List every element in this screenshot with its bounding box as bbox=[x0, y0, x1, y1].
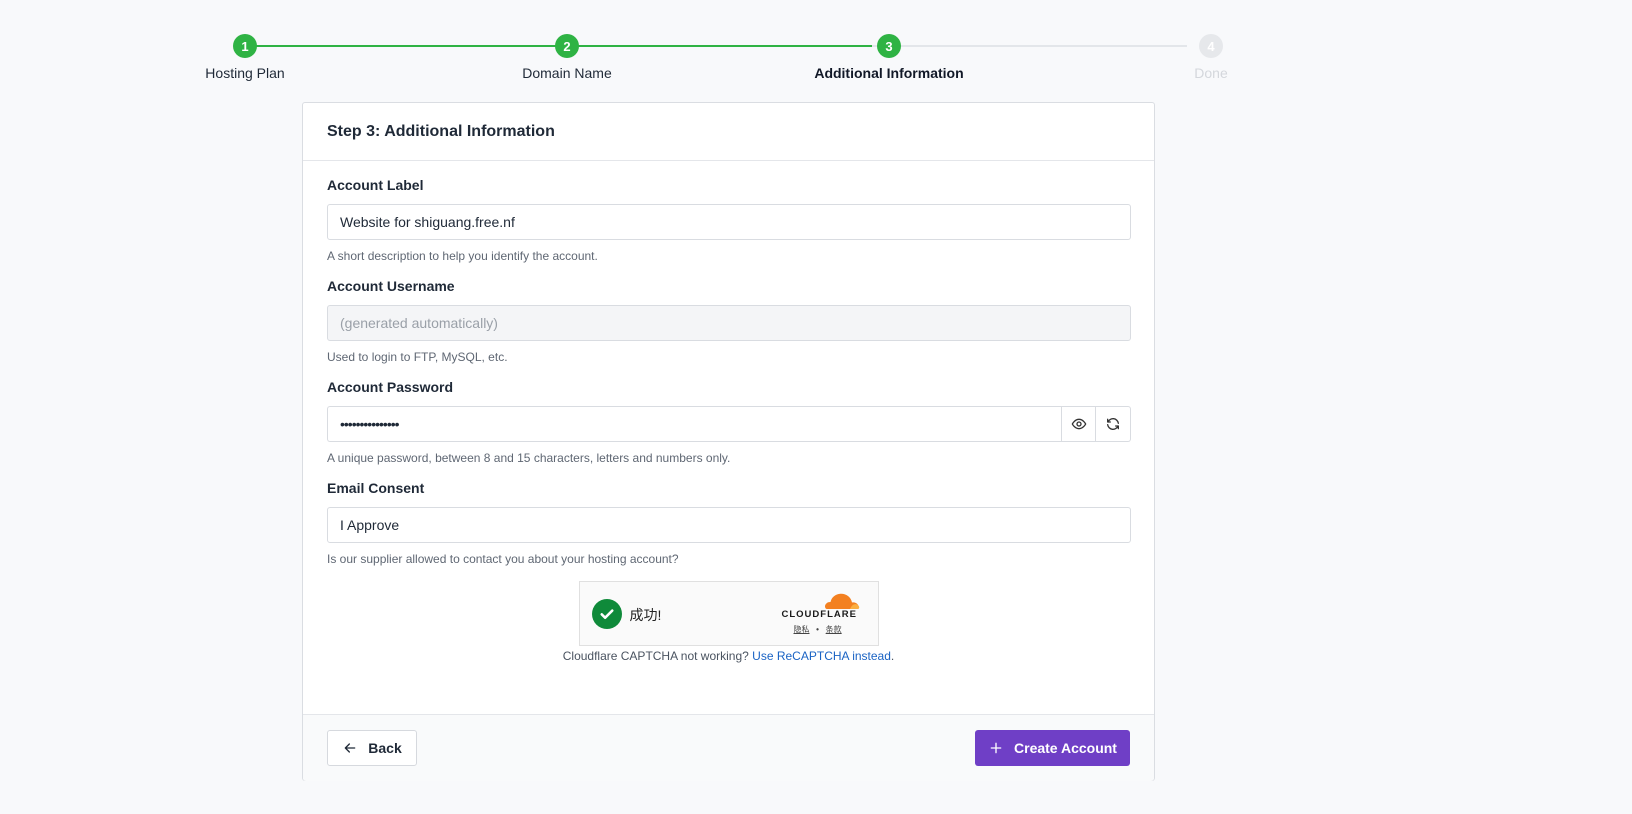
create-account-button[interactable]: Create Account bbox=[975, 730, 1130, 766]
account-username-hint: Used to login to FTP, MySQL, etc. bbox=[327, 350, 508, 364]
regenerate-password-button[interactable] bbox=[1096, 406, 1131, 442]
account-label-field: Account Label Website for shiguang.free.… bbox=[327, 177, 1131, 263]
cloudflare-captcha-widget[interactable]: 成功! CLOUDFLARE 隐私 • 条款 bbox=[578, 581, 879, 646]
step-additional-information: 3 Additional Information bbox=[789, 34, 989, 81]
captcha-links: 隐私 • 条款 bbox=[794, 624, 842, 635]
step-label: Domain Name bbox=[522, 65, 612, 81]
success-check-icon bbox=[591, 599, 622, 629]
account-username-label: Account Username bbox=[327, 278, 455, 294]
refresh-icon bbox=[1107, 418, 1119, 430]
account-password-hint: A unique password, between 8 and 15 char… bbox=[327, 451, 731, 465]
additional-info-card: Step 3: Additional Information Account L… bbox=[302, 102, 1155, 781]
cloudflare-logo: CLOUDFLARE 隐私 • 条款 bbox=[782, 592, 862, 636]
card-title: Step 3: Additional Information bbox=[327, 122, 555, 140]
step-label: Hosting Plan bbox=[205, 65, 285, 81]
email-consent-label: Email Consent bbox=[327, 480, 425, 496]
create-account-label: Create Account bbox=[1014, 740, 1117, 756]
card-footer: Back Create Account bbox=[303, 714, 1154, 781]
captcha-note-text: Cloudflare CAPTCHA not working? bbox=[562, 649, 749, 663]
captcha-status-text: 成功! bbox=[629, 607, 662, 623]
account-password-label: Account Password bbox=[327, 379, 454, 395]
back-button[interactable]: Back bbox=[327, 730, 417, 766]
cloudflare-wordmark: CLOUDFLARE bbox=[781, 609, 857, 620]
password-input-group: ••••••••••••••• bbox=[327, 406, 1131, 442]
email-consent-field: Email Consent I Approve Is our supplier … bbox=[327, 480, 1131, 566]
show-password-button[interactable] bbox=[1061, 406, 1096, 442]
back-button-label: Back bbox=[368, 740, 402, 756]
captcha-fallback-note: Cloudflare CAPTCHA not working? Use ReCA… bbox=[563, 649, 895, 663]
captcha-section: 成功! CLOUDFLARE 隐私 • 条款 Cloudflare CAPTCH bbox=[327, 581, 1130, 663]
account-username-field: Account Username (generated automaticall… bbox=[327, 278, 1131, 364]
account-password-field: Account Password ••••••••••••••• A uniqu bbox=[327, 379, 1131, 465]
account-label-hint: A short description to help you identify… bbox=[327, 249, 598, 263]
account-password-input[interactable]: ••••••••••••••• bbox=[327, 406, 1061, 442]
account-label-input[interactable]: Website for shiguang.free.nf bbox=[327, 204, 1131, 240]
account-label-label: Account Label bbox=[327, 177, 424, 193]
step-hosting-plan: 1 Hosting Plan bbox=[145, 34, 345, 81]
step-done: 4 Done bbox=[1111, 34, 1311, 81]
step-label: Done bbox=[1194, 65, 1228, 81]
privacy-link[interactable]: 隐私 bbox=[794, 625, 810, 634]
card-body: Account Label Website for shiguang.free.… bbox=[303, 161, 1154, 714]
plus-icon bbox=[990, 742, 1002, 754]
card-header: Step 3: Additional Information bbox=[303, 103, 1154, 161]
use-recaptcha-link[interactable]: Use ReCAPTCHA instead bbox=[752, 649, 891, 663]
captcha-note-period: . bbox=[890, 649, 895, 663]
email-consent-hint: Is our supplier allowed to contact you a… bbox=[327, 552, 679, 566]
step-label: Additional Information bbox=[814, 65, 964, 81]
link-separator: • bbox=[816, 625, 819, 634]
step-number: 1 bbox=[233, 34, 257, 58]
email-consent-select[interactable]: I Approve bbox=[327, 507, 1131, 543]
account-username-input: (generated automatically) bbox=[327, 305, 1131, 341]
terms-link[interactable]: 条款 bbox=[826, 625, 842, 634]
cloud-icon bbox=[824, 593, 859, 609]
step-domain-name: 2 Domain Name bbox=[467, 34, 667, 81]
progress-stepper: 1 Hosting Plan 2 Domain Name 3 Additiona… bbox=[0, 34, 1632, 84]
arrow-left-icon bbox=[344, 743, 356, 753]
step-number: 3 bbox=[877, 34, 901, 58]
step-number: 2 bbox=[555, 34, 579, 58]
eye-icon bbox=[1071, 418, 1086, 430]
step-number: 4 bbox=[1199, 34, 1223, 58]
